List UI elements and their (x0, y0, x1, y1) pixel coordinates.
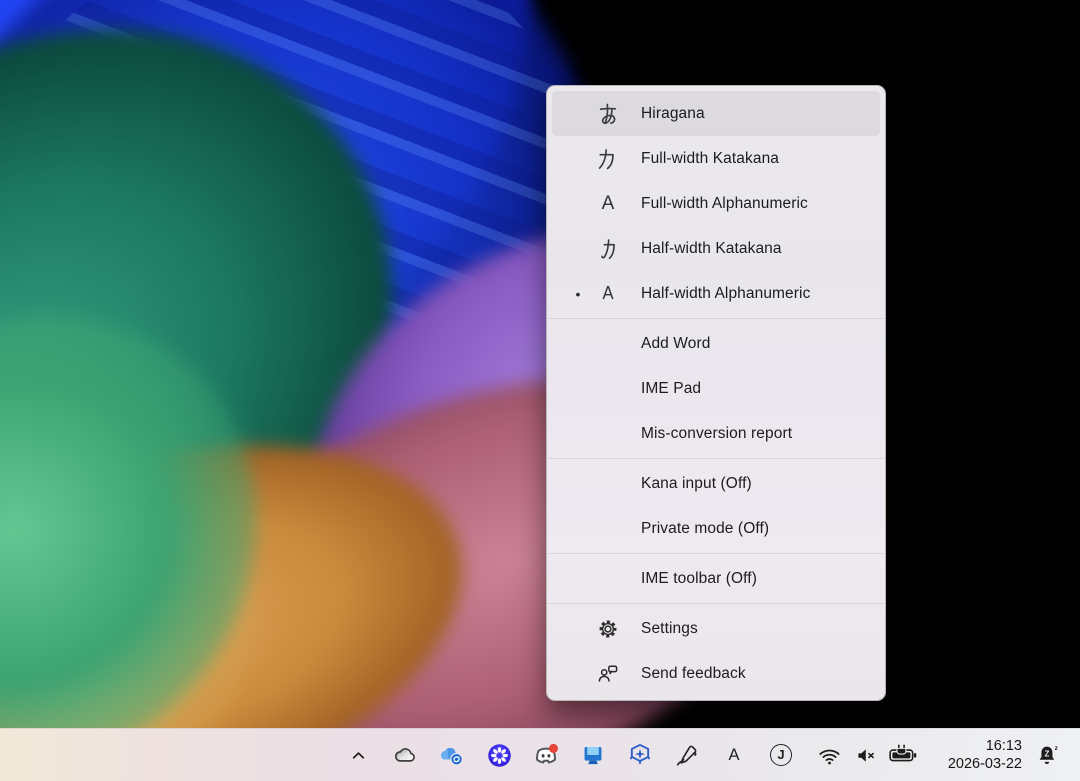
menu-item-label: Hiragana (641, 105, 705, 123)
svg-text:Z: Z (1044, 750, 1049, 759)
monitor-app-button[interactable] (580, 740, 606, 770)
halfwidth-letter-icon: A (591, 283, 625, 304)
desktop-screen: Hiragana Full-width Katakana A Full-width A… (0, 0, 1080, 781)
hiragana-icon (591, 101, 625, 127)
menu-item-label: IME Pad (641, 380, 701, 398)
menu-separator (548, 458, 884, 459)
flower-app-button[interactable] (486, 740, 512, 770)
menu-item-label: Settings (641, 620, 698, 638)
battery-charging-button[interactable] (889, 740, 917, 770)
menu-item-half-width-katakana[interactable]: Half-width Katakana (552, 226, 880, 271)
menu-item-full-width-katakana[interactable]: Full-width Katakana (552, 136, 880, 181)
cloud-icon (392, 742, 419, 769)
wifi-icon (817, 743, 842, 768)
cube-sparkle-icon (626, 741, 654, 769)
menu-separator (548, 553, 884, 554)
wifi-button[interactable] (815, 740, 843, 770)
menu-separator (548, 603, 884, 604)
menu-item-label: Mis-conversion report (641, 425, 792, 443)
status-icons (815, 740, 917, 770)
menu-item-ime-pad[interactable]: IME Pad (552, 366, 880, 411)
menu-item-send-feedback[interactable]: Send feedback (552, 651, 880, 696)
menu-item-label: Private mode (Off) (641, 520, 769, 538)
flower-app-icon (486, 742, 513, 769)
discord-icon (532, 741, 560, 769)
battery-charging-icon (888, 742, 918, 768)
discord-button[interactable] (533, 740, 559, 770)
volume-muted-button[interactable] (852, 740, 880, 770)
show-hidden-icons-button[interactable] (345, 740, 371, 770)
cloud-sync-icon (439, 742, 466, 769)
ime-context-menu: Hiragana Full-width Katakana A Full-width A… (546, 85, 886, 701)
menu-item-label: Add Word (641, 335, 710, 353)
menu-item-mis-conversion-report[interactable]: Mis-conversion report (552, 411, 880, 456)
cloud-sync-button[interactable] (439, 740, 465, 770)
clock-date: 2026-03-22 (932, 755, 1022, 773)
menu-item-hiragana[interactable]: Hiragana (552, 91, 880, 136)
halfwidth-katakana-icon (591, 236, 625, 262)
menu-item-private-mode-off[interactable]: Private mode (Off) (552, 506, 880, 551)
clock-time: 16:13 (932, 737, 1022, 755)
menu-item-full-width-alphanumeric[interactable]: A Full-width Alphanumeric (552, 181, 880, 226)
taskbar-clock[interactable]: 16:13 2026-03-22 (932, 737, 1022, 773)
fullwidth-katakana-icon (591, 146, 625, 172)
menu-item-label: Send feedback (641, 665, 746, 683)
menu-item-half-width-alphanumeric[interactable]: • A Half-width Alphanumeric (552, 271, 880, 316)
menu-item-label: Full-width Alphanumeric (641, 195, 808, 213)
taskbar: AJ 16:13 2026-03-22 Zz (0, 728, 1080, 781)
menu-item-label: IME toolbar (Off) (641, 570, 757, 588)
chevron-up-icon (347, 744, 370, 767)
notification-bell-button[interactable]: Zz (1032, 742, 1064, 768)
mode-letter-glyph: A (602, 193, 615, 215)
send-feedback-icon (591, 662, 625, 686)
menu-item-label: Kana input (Off) (641, 475, 752, 493)
menu-item-settings[interactable]: Settings (552, 606, 880, 651)
pen-icon (674, 742, 700, 768)
fullwidth-letter-icon: A (591, 193, 625, 215)
menu-item-kana-input-off[interactable]: Kana input (Off) (552, 461, 880, 506)
speaker-mute-icon (854, 743, 879, 768)
menu-item-label: Half-width Katakana (641, 240, 782, 258)
ime-input-mode-button[interactable]: A (721, 740, 747, 770)
mode-letter-glyph: A (602, 283, 613, 304)
menu-item-label: Full-width Katakana (641, 150, 779, 168)
ime-language-button[interactable]: J (768, 740, 794, 770)
j-circle-icon: J (770, 744, 792, 766)
system-tray: AJ (345, 740, 794, 770)
menu-item-ime-toolbar-off[interactable]: IME toolbar (Off) (552, 556, 880, 601)
desktop-wallpaper (0, 0, 1080, 728)
cube-sparkle-app-button[interactable] (627, 740, 653, 770)
onedrive-status-button[interactable] (392, 740, 418, 770)
monitor-app-icon (580, 742, 606, 768)
settings-gear-icon (591, 617, 625, 641)
svg-text:z: z (1055, 745, 1058, 752)
selected-mode-bullet: • (565, 286, 591, 302)
letter-icon: A (728, 746, 739, 765)
bell-dnd-icon: Zz (1034, 742, 1062, 768)
menu-separator (548, 318, 884, 319)
menu-item-add-word[interactable]: Add Word (552, 321, 880, 366)
menu-item-label: Half-width Alphanumeric (641, 285, 810, 303)
windows-ink-pen-button[interactable] (674, 740, 700, 770)
